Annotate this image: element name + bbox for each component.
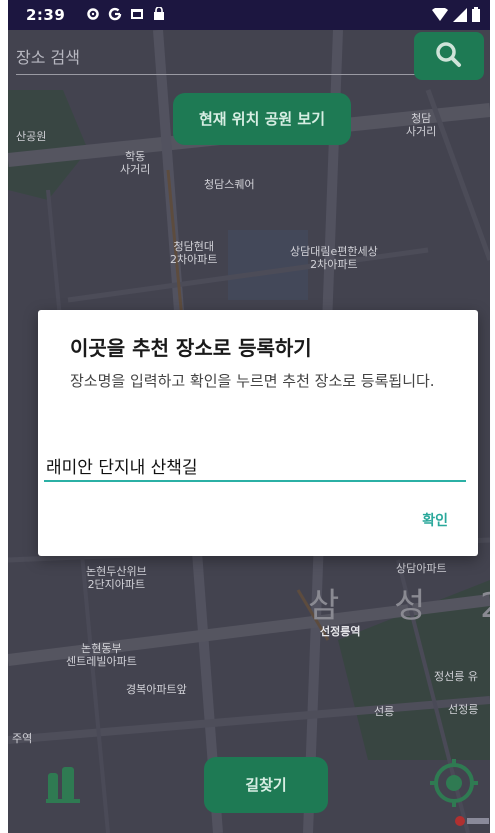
search-button[interactable] xyxy=(414,32,484,80)
map-label: 논현동부 센트레빌아파트 xyxy=(66,642,137,668)
map-label: 주역 xyxy=(12,732,33,745)
wifi-icon xyxy=(432,8,448,21)
location-target-icon[interactable] xyxy=(428,757,480,809)
status-bar: 2:39 xyxy=(8,0,490,30)
map-label: 선정릉 xyxy=(448,703,479,716)
confirm-button[interactable]: 확인 xyxy=(422,510,448,530)
map-label: 산공원 xyxy=(16,130,47,143)
dialog-title: 이곳을 추천 장소로 등록하기 xyxy=(70,336,312,360)
map-label: 청담스퀘어 xyxy=(204,178,255,191)
search-bar xyxy=(16,40,416,76)
lock-icon xyxy=(154,7,164,20)
park-tree-icon[interactable] xyxy=(44,765,84,805)
map-provider-logo xyxy=(455,816,489,826)
map-label: 청담 사거리 xyxy=(406,112,437,138)
map-label: 상담아파트 xyxy=(396,562,447,575)
map-label: 논현두산위브 2단지아파트 xyxy=(86,565,147,591)
search-icon xyxy=(436,42,461,67)
google-icon xyxy=(108,7,122,21)
current-location-park-button[interactable]: 현재 위치 공원 보기 xyxy=(173,93,351,145)
search-input[interactable] xyxy=(16,40,416,75)
map-label: 청담현대 2차아파트 xyxy=(170,240,218,266)
battery-icon xyxy=(472,7,480,22)
map-label-district: 삼 성 2 동 xyxy=(308,586,490,626)
register-place-dialog: 이곳을 추천 장소로 등록하기 장소명을 입력하고 확인을 누르면 추천 장소로… xyxy=(38,310,478,556)
map-label: 경복아파트앞 xyxy=(126,683,187,696)
route-button[interactable]: 길찾기 xyxy=(204,757,328,813)
status-time: 2:39 xyxy=(26,6,66,24)
map-label: 상담대림e편한세상 2차아파트 xyxy=(290,245,378,271)
map-label: 선릉 xyxy=(374,705,395,718)
dialog-message: 장소명을 입력하고 확인을 누르면 추천 장소로 등록됩니다. xyxy=(70,372,435,390)
settings-icon xyxy=(87,8,99,20)
map-label: 학동 사거리 xyxy=(120,150,151,176)
place-name-input[interactable] xyxy=(44,450,466,482)
signal-icon xyxy=(453,7,467,22)
photo-icon xyxy=(131,9,143,19)
map-label: 정선릉 유 xyxy=(434,670,478,683)
